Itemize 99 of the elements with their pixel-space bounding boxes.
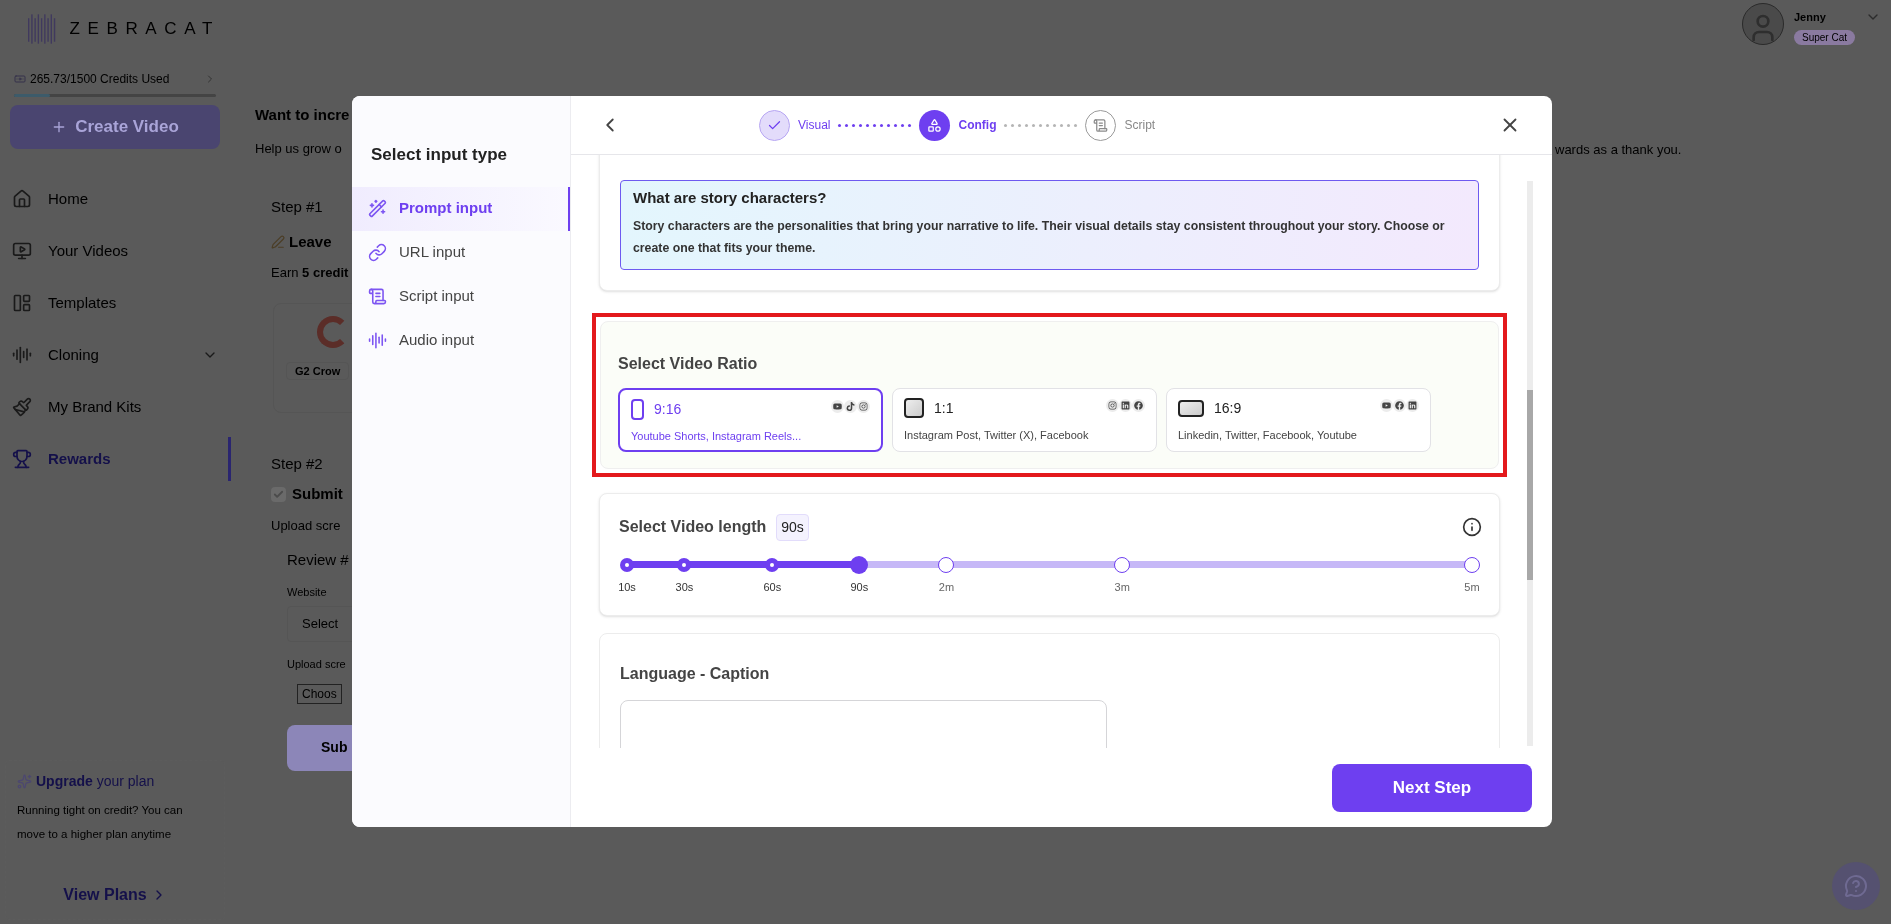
instagram-icon [857,399,870,413]
ratio-shape-icon [1178,399,1204,417]
step-label: Visual [798,117,831,134]
input-type-icon [368,243,387,262]
slider-stop[interactable] [1464,556,1480,573]
info-title: What are story characters? [633,188,828,208]
nav-item[interactable]: Templates [10,277,220,329]
ratio-option[interactable]: 16:9 Linkedin, Twitter, Facebook, Youtube [1166,387,1431,452]
tiktok-icon [844,399,857,413]
input-type-tab[interactable]: URL input [352,230,570,275]
nav-item[interactable]: My Brand Kits [10,381,220,433]
panel-title: Select input type [371,144,509,166]
ratio-shape-icon [904,398,924,418]
view-plans-link[interactable]: View Plans [63,883,167,907]
section-title: Select Video Ratio [618,353,759,374]
facebook-icon [1393,398,1406,412]
field-label: Website [287,584,328,600]
nav-item[interactable]: Home [10,173,220,225]
nav-item[interactable]: Cloning [10,329,220,381]
section-title: Select Video length [619,517,767,537]
ratio-description: Linkedin, Twitter, Facebook, Youtube [1178,427,1358,443]
nav-item[interactable]: Rewards [10,433,220,485]
checkbox[interactable] [271,486,286,502]
instagram-icon [1106,398,1119,412]
page-subheading: Help us grow o [255,139,343,158]
nav-icon [12,189,32,209]
logo-icon [28,12,58,46]
page-subheading: wards as a thank you. [1555,141,1682,159]
linkedin-icon [1119,398,1132,412]
slider-stop[interactable] [1114,556,1131,573]
input-type-icon [368,199,387,218]
slider-stop[interactable] [620,557,634,572]
step-text: Upload scre [271,516,342,535]
review-heading: Review # [287,550,350,570]
site-chip: G2 Crow [286,361,350,380]
input-type-tab[interactable]: Audio input [352,318,570,363]
nav-item[interactable]: Your Videos [10,225,220,277]
step-label: Step #2 [271,453,324,474]
length-value: 90s [776,513,809,541]
youtube-icon [1380,398,1393,412]
help-icon [1844,874,1868,898]
step-title: Leave [289,231,332,252]
logo-text: ZEBRACAT [69,18,220,41]
pen-icon [271,234,285,249]
stop-label: 3m [1114,579,1130,595]
ratio-label: 1:1 [934,398,954,418]
plan-badge: Super Cat [1793,29,1855,45]
step-icon [927,117,943,133]
step-title: Submit [292,484,343,504]
nav-icon [12,449,32,469]
choose-file-button[interactable]: Choos [297,683,342,704]
stop-label: 60s [763,579,782,595]
stop-label: 90s [850,579,869,595]
ratio-label: 9:16 [654,399,682,419]
linkedin-icon [1406,398,1419,412]
create-video-button[interactable]: Create Video [10,105,220,149]
nav-icon [12,241,32,261]
input-type-icon [368,331,387,350]
stop-label: 10s [618,579,636,595]
nav-icon [12,397,32,417]
language-field[interactable] [620,699,1107,748]
ratio-description: Instagram Post, Twitter (X), Facebook [904,427,1090,443]
user-name: Jenny [1793,10,1827,25]
input-type-tab[interactable]: Script input [352,274,570,319]
step-text: Earn 5 credit [271,264,350,282]
ratio-shape-icon [631,398,644,420]
credits-text: 265.73/1500 Credits Used [30,71,170,88]
stop-label: 30s [675,579,694,595]
ratio-option[interactable]: 9:16 Youtube Shorts, Instagram Reels... [618,387,883,452]
ratio-option[interactable]: 1:1 Instagram Post, Twitter (X), Facebook [892,387,1157,452]
step-label: Step #1 [271,197,324,217]
active-indicator [228,437,231,481]
step-label: Config [958,117,997,134]
nav-icon [12,293,32,313]
info-icon[interactable] [1462,517,1482,537]
slider-stop[interactable] [850,555,869,574]
check-icon [273,488,284,500]
input-type-icon [368,287,387,306]
nav-icon [12,345,32,365]
input-type-tab[interactable]: Prompt input [352,186,570,231]
ratio-label: 16:9 [1214,398,1242,418]
field-label: Upload scre [287,657,347,672]
length-slider[interactable]: 10s 30s 60s 90s 2m 3m 5m [617,554,1482,595]
info-text: Story characters are the personalities that bring your narrative to life. Their visual details stay consistent throughout your story. Choose or create one that fits your theme. [633,217,1446,257]
scrollbar[interactable] [1527,181,1533,746]
money-icon [14,73,26,85]
ratio-description: Youtube Shorts, Instagram Reels... [631,428,803,444]
stop-label: 2m [938,579,955,595]
step-label: Script [1124,117,1156,134]
slider-stop[interactable] [938,556,955,573]
page-heading: Want to incre [255,105,351,125]
next-step-button[interactable]: Next Step [1332,763,1532,812]
section-title: Language - Caption [620,663,771,684]
step-icon [1093,117,1109,133]
facebook-icon [1132,398,1145,412]
youtube-icon [831,399,844,413]
upgrade-text: Running tight on credit? You can move to a higher plan anytime [17,803,184,842]
stop-label: 5m [1464,579,1480,595]
upgrade-title: Upgrade your plan [36,772,155,791]
